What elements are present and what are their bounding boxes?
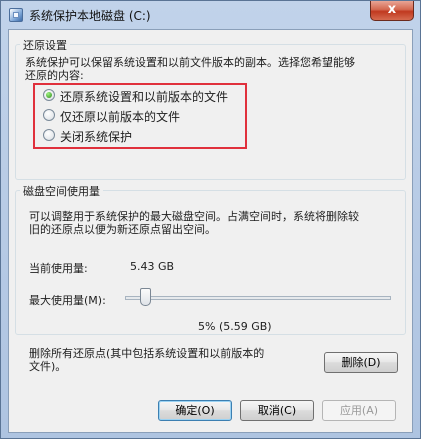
disk-usage-title: 磁盘空间使用量 — [20, 183, 103, 199]
radio-button[interactable] — [43, 129, 55, 141]
apply-button[interactable]: 应用(A) — [322, 400, 396, 421]
max-usage-label: 最大使用量(M): — [29, 294, 106, 307]
radio-button[interactable] — [43, 109, 55, 121]
dialog-body: 还原设置 系统保护可以保留系统设置和以前文件版本的副本。选择您希望能够 还原的内… — [8, 29, 413, 433]
restore-settings-description: 系统保护可以保留系统设置和以前文件版本的副本。选择您希望能够 还原的内容: — [25, 56, 355, 82]
current-usage-label: 当前使用量: — [29, 262, 88, 275]
radio-label: 仅还原以前版本的文件 — [60, 110, 181, 124]
max-usage-slider[interactable] — [125, 296, 391, 300]
radio-label: 关闭系统保护 — [60, 130, 133, 144]
close-icon: x — [387, 2, 397, 17]
delete-restore-points-text: 删除所有还原点(其中包括系统设置和以前版本的 文件)。 — [29, 347, 265, 373]
delete-button[interactable]: 删除(D) — [324, 352, 398, 373]
slider-thumb[interactable] — [140, 288, 151, 306]
disk-usage-description: 可以调整用于系统保护的最大磁盘空间。占满空间时，系统将删除较 旧的还原点以便为新… — [29, 210, 359, 236]
dialog-window: 系统保护本地磁盘 (C:) x 还原设置 系统保护可以保留系统设置和以前文件版本… — [0, 0, 421, 439]
max-usage-value: 5% (5.59 GB) — [198, 320, 272, 333]
ok-button[interactable]: 确定(O) — [158, 400, 232, 421]
cancel-button[interactable]: 取消(C) — [240, 400, 314, 421]
system-protection-icon — [9, 8, 23, 22]
title-bar[interactable]: 系统保护本地磁盘 (C:) x — [1, 1, 420, 29]
radio-label: 还原系统设置和以前版本的文件 — [60, 90, 229, 104]
window-title: 系统保护本地磁盘 (C:) — [29, 9, 151, 23]
current-usage-value: 5.43 GB — [130, 260, 175, 273]
close-button[interactable]: x — [370, 1, 414, 21]
restore-settings-title: 还原设置 — [20, 37, 70, 53]
radio-button-selected[interactable] — [43, 89, 55, 101]
